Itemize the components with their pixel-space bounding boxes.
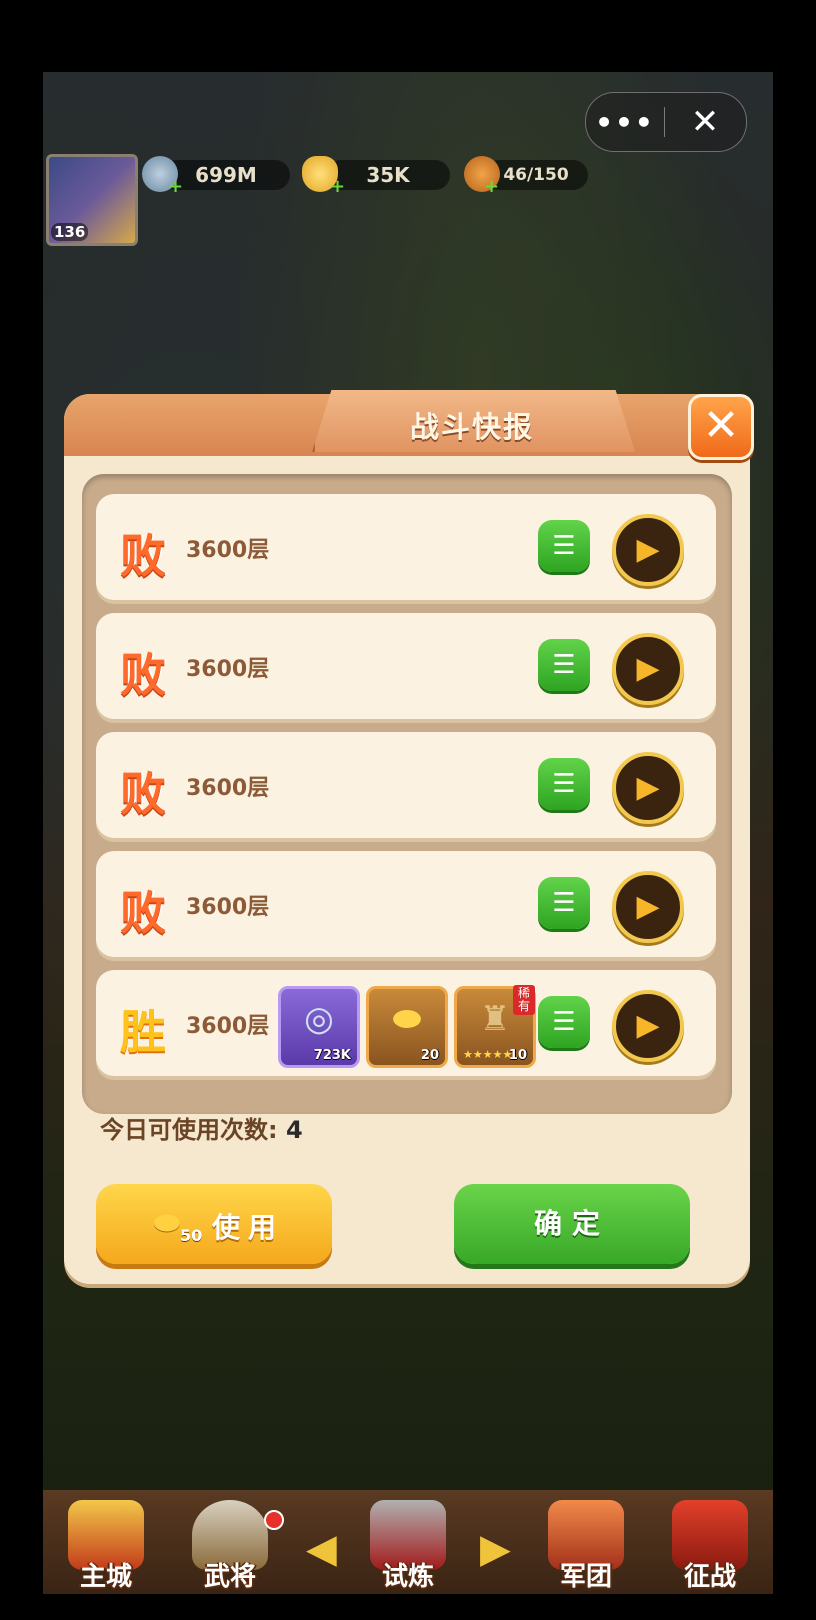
replay-video-button[interactable]: ▶ xyxy=(612,871,684,943)
reward-count: 20 xyxy=(420,1048,439,1063)
result-defeat: 败 xyxy=(120,767,166,821)
battle-record-row: 败 3600层 ☰ ▶ xyxy=(96,732,716,838)
floor-label: 3600层 xyxy=(186,657,270,682)
use-cost: 50 xyxy=(180,1226,203,1245)
reward-item[interactable]: ⬬ 20 xyxy=(366,986,448,1068)
battle-record-list: 败 3600层 ☰ ▶ 败 3600层 ☰ ▶ 败 3600层 ☰ ▶ 败 36… xyxy=(82,474,732,1114)
battle-report-dialog: 战斗快报 败 3600层 ☰ ▶ 败 3600层 ☰ ▶ 败 3600层 ☰ ▶… xyxy=(64,390,750,1284)
nav-label: 征战 xyxy=(683,1562,736,1592)
nav-campaign[interactable]: 征战 xyxy=(650,1494,770,1594)
details-list-button[interactable]: ☰ xyxy=(538,877,590,929)
replay-video-button[interactable]: ▶ xyxy=(612,990,684,1062)
silver-coin-icon: ◎ xyxy=(304,999,334,1039)
star-rating: ★★★★★ xyxy=(463,1048,513,1061)
notification-dot xyxy=(264,1510,284,1530)
nav-legion[interactable]: 军团 xyxy=(526,1494,646,1594)
battle-record-row: 胜 3600层 ◎ 723K ⬬ 20 ♜ 稀有 ★★★★★ 10 ☰ ▶ xyxy=(96,970,716,1076)
player-avatar[interactable]: 136 xyxy=(46,154,138,246)
battle-record-row: 败 3600层 ☰ ▶ xyxy=(96,494,716,600)
nav-label: 军团 xyxy=(559,1562,612,1592)
rare-badge: 稀有 xyxy=(513,985,535,1015)
reward-item[interactable]: ♜ 稀有 ★★★★★ 10 xyxy=(454,985,536,1068)
daily-uses-text: 今日可使用次数: 4 xyxy=(100,1110,303,1145)
battle-record-row: 败 3600层 ☰ ▶ xyxy=(96,851,716,957)
plus-icon[interactable]: + xyxy=(330,178,345,196)
nav-main-city[interactable]: 主城 xyxy=(46,1494,166,1594)
details-list-button[interactable]: ☰ xyxy=(538,996,590,1048)
reward-item[interactable]: ◎ 723K xyxy=(278,986,360,1068)
close-icon[interactable]: ✕ xyxy=(665,102,745,142)
result-defeat: 败 xyxy=(120,886,166,940)
details-list-button[interactable]: ☰ xyxy=(538,758,590,810)
use-button[interactable]: ⬬ 50 使用 xyxy=(96,1184,332,1264)
confirm-button[interactable]: 确定 xyxy=(454,1184,690,1264)
daily-uses-value: 4 xyxy=(285,1116,303,1144)
floor-label: 3600层 xyxy=(186,776,270,801)
details-list-button[interactable]: ☰ xyxy=(538,520,590,572)
dialog-close-button[interactable]: ✕ xyxy=(688,394,754,460)
details-list-button[interactable]: ☰ xyxy=(538,639,590,691)
reward-count: 723K xyxy=(313,1048,351,1063)
nav-label: 武将 xyxy=(203,1562,256,1592)
replay-video-button[interactable]: ▶ xyxy=(612,514,684,586)
chevron-right-icon[interactable]: ▶ xyxy=(480,1526,511,1572)
more-dots-icon[interactable]: ••• xyxy=(586,106,664,139)
nav-label: 主城 xyxy=(79,1562,132,1592)
replay-video-button[interactable]: ▶ xyxy=(612,633,684,705)
floor-label: 3600层 xyxy=(186,895,270,920)
use-button-label: 使用 xyxy=(212,1211,285,1244)
result-defeat: 败 xyxy=(120,529,166,583)
plus-icon[interactable]: + xyxy=(484,178,499,196)
daily-uses-label: 今日可使用次数: xyxy=(100,1116,278,1144)
mini-program-capsule: ••• ✕ xyxy=(585,92,747,152)
dialog-title: 战斗快报 xyxy=(409,410,534,444)
floor-label: 3600层 xyxy=(186,1014,270,1039)
nav-label: 试炼 xyxy=(381,1562,434,1592)
gold-ingot-icon: ⬬ xyxy=(154,1206,180,1241)
replay-video-button[interactable]: ▶ xyxy=(612,752,684,824)
plus-icon[interactable]: + xyxy=(168,178,183,196)
result-victory: 胜 xyxy=(120,1005,166,1059)
gold-ingot-icon: ⬬ xyxy=(392,999,422,1039)
result-defeat: 败 xyxy=(120,648,166,702)
battle-record-row: 败 3600层 ☰ ▶ xyxy=(96,613,716,719)
chevron-left-icon[interactable]: ◀ xyxy=(306,1526,337,1572)
nav-trial[interactable]: 试炼 xyxy=(348,1494,468,1594)
nav-generals[interactable]: 武将 xyxy=(170,1494,290,1594)
floor-label: 3600层 xyxy=(186,538,270,563)
reward-count: 10 xyxy=(508,1048,527,1063)
player-level: 136 xyxy=(51,223,89,241)
